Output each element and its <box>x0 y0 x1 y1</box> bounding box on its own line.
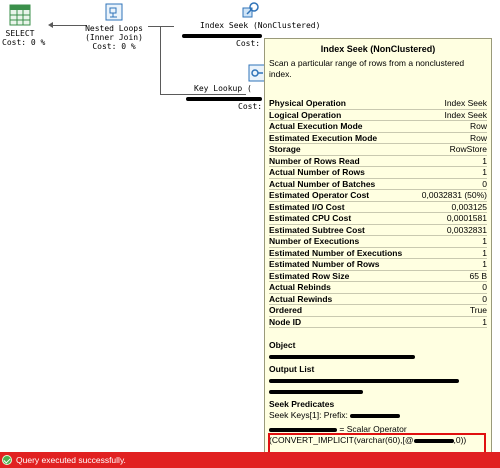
property-name: Estimated Execution Mode <box>269 132 416 144</box>
tooltip-property-row: Storage RowStore <box>269 143 487 156</box>
tooltip-property-row: Estimated I/O Cost 0,003125 <box>269 201 487 213</box>
tooltip-description: Scan a particular range of rows from a n… <box>269 58 465 79</box>
property-value: RowStore <box>415 143 487 156</box>
key-lookup-cost: Cost: <box>238 102 263 111</box>
tooltip-property-row: Estimated Number of Rows 1 <box>269 258 487 271</box>
property-value: 0 <box>415 178 487 190</box>
property-value: 1 <box>415 155 487 167</box>
key-lookup-node[interactable]: Key Lookup ( Cost: <box>180 64 270 111</box>
property-name: Actual Rewinds <box>269 293 416 305</box>
tooltip-property-row: Estimated Subtree Cost 0,0032831 <box>269 224 487 236</box>
property-name: Actual Number of Rows <box>269 166 416 179</box>
select-node-cost: Cost: 0 % <box>2 38 46 47</box>
output-list-heading: Output List <box>269 364 315 374</box>
tooltip-property-row: Actual Rewinds 0 <box>269 293 487 305</box>
seek-predicates-heading: Seek Predicates <box>269 399 335 409</box>
tooltip-property-row: Estimated Row Size 65 B <box>269 270 487 282</box>
nested-loops-join-type: (Inner Join) <box>85 33 143 42</box>
property-value: 0,0001581 <box>415 212 487 225</box>
property-value: 0 <box>415 293 487 305</box>
select-node[interactable]: SELECT Cost: 0 % <box>2 4 46 47</box>
property-name: Estimated Operator Cost <box>269 189 416 202</box>
property-name: Number of Rows Read <box>269 155 416 167</box>
nested-loops-label: Nested Loops <box>85 24 143 33</box>
tooltip-property-row: Logical Operation Index Seek <box>269 109 487 121</box>
tooltip-property-row: Actual Number of Batches 0 <box>269 178 487 190</box>
property-value: Index Seek <box>415 98 487 110</box>
flow-arrow-line <box>52 25 86 26</box>
property-value: Row <box>415 120 487 133</box>
property-value: Index Seek <box>415 109 487 121</box>
seek-keys-prefix: Seek Keys[1]: Prefix: <box>269 410 348 420</box>
tooltip-properties-table: Physical Operation Index Seek Logical Oper… <box>269 98 487 328</box>
flow-arrow-head <box>48 22 53 28</box>
property-name: Estimated Subtree Cost <box>269 224 416 236</box>
property-name: Actual Rebinds <box>269 281 416 294</box>
property-name: Logical Operation <box>269 109 416 121</box>
index-seek-icon <box>242 2 259 18</box>
property-name: Estimated Row Size <box>269 270 416 282</box>
nested-loops-cost: Cost: 0 % <box>92 42 136 51</box>
connector-line <box>160 26 161 94</box>
property-name: Storage <box>269 143 416 156</box>
output-list-value-redacted <box>269 375 487 386</box>
execution-plan-canvas[interactable]: SELECT Cost: 0 % Nested Loops (Inner Joi… <box>0 0 500 461</box>
property-name: Number of Executions <box>269 235 416 248</box>
property-name: Estimated I/O Cost <box>269 201 416 213</box>
status-bar: Query executed successfully. <box>0 452 500 468</box>
property-name: Estimated Number of Executions <box>269 247 416 259</box>
property-value: 1 <box>415 235 487 248</box>
key-lookup-object-redacted <box>180 93 270 102</box>
operator-tooltip: Index Seek (NonClustered) Scan a particu… <box>264 38 492 458</box>
property-value: 0 <box>415 281 487 294</box>
tooltip-property-row: Actual Number of Rows 1 <box>269 166 487 179</box>
property-name: Physical Operation <box>269 98 416 110</box>
tooltip-property-row: Ordered True <box>269 304 487 317</box>
property-value: 0,003125 <box>415 201 487 213</box>
tooltip-property-row: Estimated CPU Cost 0,0001581 <box>269 212 487 225</box>
property-value: 1 <box>415 166 487 179</box>
property-value: True <box>415 304 487 317</box>
key-lookup-label: Key Lookup ( <box>194 84 252 93</box>
property-name: Node ID <box>269 316 416 328</box>
property-name: Estimated CPU Cost <box>269 212 416 225</box>
seek-keys-line: Seek Keys[1]: Prefix: <box>269 410 487 421</box>
success-check-icon <box>2 455 12 465</box>
property-name: Estimated Number of Rows <box>269 258 416 271</box>
index-seek-label: Index Seek (NonClustered) <box>200 21 321 30</box>
property-name: Actual Number of Batches <box>269 178 416 190</box>
select-icon <box>9 4 31 26</box>
property-value: 65 B <box>415 270 487 282</box>
nested-loops-icon <box>105 3 123 21</box>
nested-loops-node[interactable]: Nested Loops (Inner Join) Cost: 0 % <box>82 2 146 51</box>
tooltip-property-row: Actual Rebinds 0 <box>269 281 487 294</box>
object-value-redacted <box>269 351 487 362</box>
property-value: Row <box>415 132 487 144</box>
property-name: Ordered <box>269 304 416 317</box>
property-value: 0,0032831 <box>415 224 487 236</box>
output-list-value-redacted-2 <box>269 386 487 397</box>
object-heading: Object <box>269 340 296 350</box>
connector-line <box>148 26 174 27</box>
tooltip-property-row: Estimated Operator Cost 0,0032831 (50%) <box>269 189 487 202</box>
tooltip-property-row: Estimated Number of Executions 1 <box>269 247 487 259</box>
property-value: 1 <box>415 258 487 271</box>
tooltip-property-row: Node ID 1 <box>269 316 487 328</box>
tooltip-property-row: Number of Executions 1 <box>269 235 487 248</box>
property-name: Actual Execution Mode <box>269 120 416 133</box>
tooltip-title: Index Seek (NonClustered) <box>320 44 436 54</box>
tooltip-property-row: Actual Execution Mode Row <box>269 120 487 133</box>
property-value: 1 <box>415 316 487 328</box>
tooltip-property-row: Estimated Execution Mode Row <box>269 132 487 144</box>
status-message: Query executed successfully. <box>16 455 126 465</box>
property-value: 1 <box>415 247 487 259</box>
tooltip-property-row: Physical Operation Index Seek <box>269 98 487 110</box>
tooltip-property-row: Number of Rows Read 1 <box>269 155 487 167</box>
select-node-label: SELECT <box>5 29 35 38</box>
property-value: 0,0032831 (50%) <box>415 189 487 202</box>
